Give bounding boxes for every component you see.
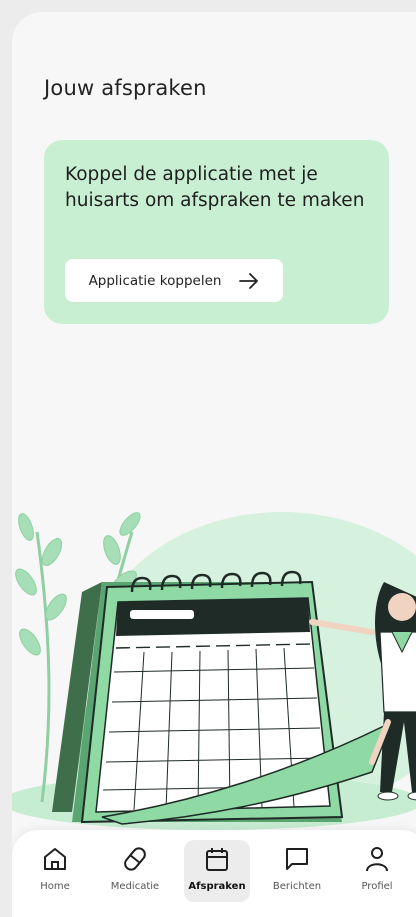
nav-item-profiel[interactable]: Profiel (344, 840, 410, 902)
nav-label-medicatie: Medicatie (110, 881, 160, 892)
bottom-navigation: Home Medicatie Afspraken Berichten Profi… (12, 830, 416, 917)
nav-item-berichten[interactable]: Berichten (264, 840, 330, 902)
calendar-icon (206, 848, 228, 871)
nav-label-home: Home (40, 881, 70, 892)
nav-item-medicatie[interactable]: Medicatie (102, 840, 168, 902)
connect-app-button-label: Applicatie koppelen (88, 272, 222, 289)
user-icon (366, 847, 388, 872)
message-icon (286, 848, 308, 870)
pill-icon (124, 847, 146, 871)
nav-item-home[interactable]: Home (22, 840, 88, 902)
nav-label-afspraken: Afspraken (188, 881, 246, 892)
nav-label-berichten: Berichten (272, 881, 322, 892)
home-icon (44, 848, 66, 870)
app-screen: Jouw afspraken Koppel de applicatie met … (12, 12, 416, 917)
nav-item-afspraken[interactable]: Afspraken (184, 840, 250, 902)
nav-label-profiel: Profiel (361, 881, 393, 892)
connect-message: Koppel de applicatie met je huisarts om … (65, 164, 365, 211)
connect-card: Koppel de applicatie met je huisarts om … (44, 140, 389, 324)
calendar-illustration (12, 512, 416, 830)
page-title: Jouw afspraken (44, 76, 207, 100)
arrow-right-icon (239, 272, 259, 289)
connect-app-button[interactable]: Applicatie koppelen (65, 259, 283, 302)
